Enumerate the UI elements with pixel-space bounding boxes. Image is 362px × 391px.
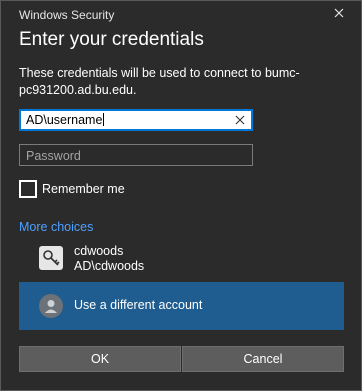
clear-icon[interactable] bbox=[234, 114, 246, 126]
account-domain-user: AD\cdwoods bbox=[74, 259, 145, 273]
username-input[interactable]: AD\username bbox=[19, 109, 253, 131]
key-icon bbox=[39, 246, 63, 270]
username-value: AD\username bbox=[26, 113, 105, 127]
remember-checkbox[interactable] bbox=[19, 180, 37, 198]
different-account-option[interactable]: Use a different account bbox=[19, 282, 344, 330]
close-icon[interactable] bbox=[331, 5, 347, 21]
dialog-heading: Enter your credentials bbox=[19, 29, 204, 50]
ok-button[interactable]: OK bbox=[19, 346, 181, 372]
more-choices-link[interactable]: More choices bbox=[19, 220, 93, 234]
account-text: cdwoods AD\cdwoods bbox=[74, 244, 144, 274]
different-account-label: Use a different account bbox=[74, 298, 203, 312]
password-field[interactable]: Password bbox=[19, 144, 253, 166]
person-icon bbox=[39, 294, 63, 318]
account-name: cdwoods bbox=[74, 244, 124, 258]
password-placeholder: Password bbox=[26, 149, 81, 163]
cancel-button[interactable]: Cancel bbox=[182, 346, 344, 372]
remember-label: Remember me bbox=[42, 182, 125, 196]
dialog-description: These credentials will be used to connec… bbox=[19, 66, 300, 97]
account-option-cdwoods[interactable]: cdwoods AD\cdwoods bbox=[19, 241, 343, 277]
window-title: Windows Security bbox=[19, 8, 115, 22]
credentials-dialog: Windows Security Enter your credentials … bbox=[0, 0, 362, 391]
